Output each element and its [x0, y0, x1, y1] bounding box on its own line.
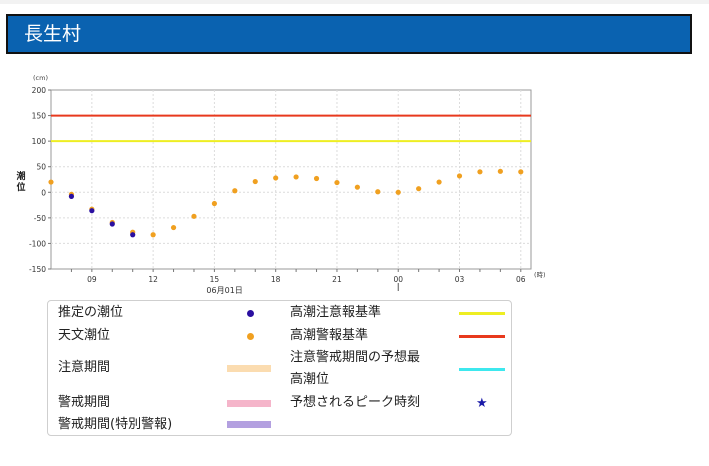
- astronomical-tide-point: [191, 213, 197, 219]
- y-tick-label: 200: [32, 86, 47, 95]
- y-tick-label: -100: [29, 239, 46, 248]
- astronomical-tide-point: [375, 189, 381, 195]
- astronomical-tide-point: [518, 169, 524, 175]
- astronomical-tide-point: [211, 200, 218, 207]
- estimated-tide-point: [130, 232, 136, 238]
- legend-special-label: 警戒期間(特別警報): [58, 417, 173, 432]
- y-unit-label: (cm): [33, 74, 48, 82]
- legend-advisory-label: 高潮注意報基準: [290, 305, 382, 320]
- legend-warning-swatch: [227, 400, 271, 407]
- astronomical-tide-point: [497, 168, 503, 174]
- plot-area: [50, 89, 532, 270]
- x-tick-label: 12: [148, 275, 158, 284]
- astronomical-tide-point: [334, 179, 340, 186]
- astronomical-tide-point: [150, 232, 156, 238]
- astronomical-tide-point: [354, 184, 360, 190]
- astronomical-tide-point: [293, 174, 299, 180]
- astronomical-tide-point: [273, 175, 279, 181]
- x-tick-label: 03: [455, 275, 465, 284]
- astronomical-tide-point: [48, 179, 54, 185]
- x-unit-label: (時): [534, 271, 546, 279]
- x-tick-label: 15: [210, 275, 220, 284]
- legend-warning-label: 警戒期間: [58, 395, 111, 410]
- x-tick-label: 06: [516, 275, 526, 284]
- legend-caution-swatch: [227, 365, 271, 372]
- astronomical-tide-point: [313, 175, 320, 182]
- x-tick-label: 18: [271, 275, 281, 284]
- page-title: 長生村: [24, 23, 82, 45]
- astronomical-tide-point: [395, 189, 401, 195]
- legend-astronomical-label: 天文潮位: [58, 328, 111, 343]
- x-tick-label: 00: [393, 275, 403, 284]
- legend-estimated-marker: [247, 310, 254, 317]
- y-tick-label: 150: [32, 112, 47, 121]
- estimated-tide-point: [89, 208, 95, 214]
- legend-forecast-max-line: [459, 368, 505, 371]
- x-tick-label: 21: [332, 275, 342, 284]
- legend-forecast-max-label-1: 注意警戒期間の予想最: [290, 350, 421, 365]
- legend-forecast-max-label-2: 高潮位: [290, 372, 330, 387]
- legend-warning-threshold-label: 高潮警報基準: [290, 328, 369, 343]
- legend: 推定の潮位 天文潮位 注意期間 警戒期間 警戒期間(特別警報) 高潮注意報基準 …: [47, 300, 512, 436]
- estimated-tide-point: [109, 221, 115, 227]
- y-axis-label-char: 潮: [16, 170, 25, 182]
- astronomical-tide-point: [252, 178, 258, 185]
- astronomical-tide-point: [436, 179, 442, 185]
- legend-warning-threshold-line: [459, 335, 505, 338]
- x-date-label: 06月01日: [206, 286, 242, 295]
- y-axis-label-char: 位: [16, 181, 25, 193]
- y-tick-label: 100: [32, 137, 47, 146]
- astronomical-tide-point: [170, 224, 177, 231]
- astronomical-tide-point: [456, 173, 463, 179]
- legend-astronomical-marker: [247, 333, 254, 340]
- star-icon: ★: [476, 396, 488, 411]
- y-tick-label: 0: [41, 188, 46, 197]
- top-divider: [0, 0, 709, 4]
- legend-estimated-label: 推定の潮位: [58, 305, 124, 320]
- legend-caution-label: 注意期間: [58, 360, 111, 375]
- legend-special-swatch: [227, 421, 271, 428]
- legend-peak-label: 予想されるピーク時刻: [290, 395, 421, 410]
- y-tick-label: 50: [36, 163, 46, 172]
- tide-chart: 200 150 100 50 0 -50 -100 -150 09 12 15 18 21 00 03 06 0…: [16, 74, 546, 295]
- astronomical-tide-point: [416, 186, 422, 192]
- astronomical-tide-point: [477, 169, 483, 175]
- legend-advisory-line: [459, 312, 505, 315]
- estimated-tide-point: [68, 193, 75, 199]
- y-tick-label: -50: [34, 214, 46, 223]
- astronomical-tide-point: [232, 188, 238, 194]
- y-tick-label: -150: [29, 265, 46, 274]
- x-tick-label: 09: [87, 275, 97, 284]
- title-bar: 長生村: [6, 14, 692, 54]
